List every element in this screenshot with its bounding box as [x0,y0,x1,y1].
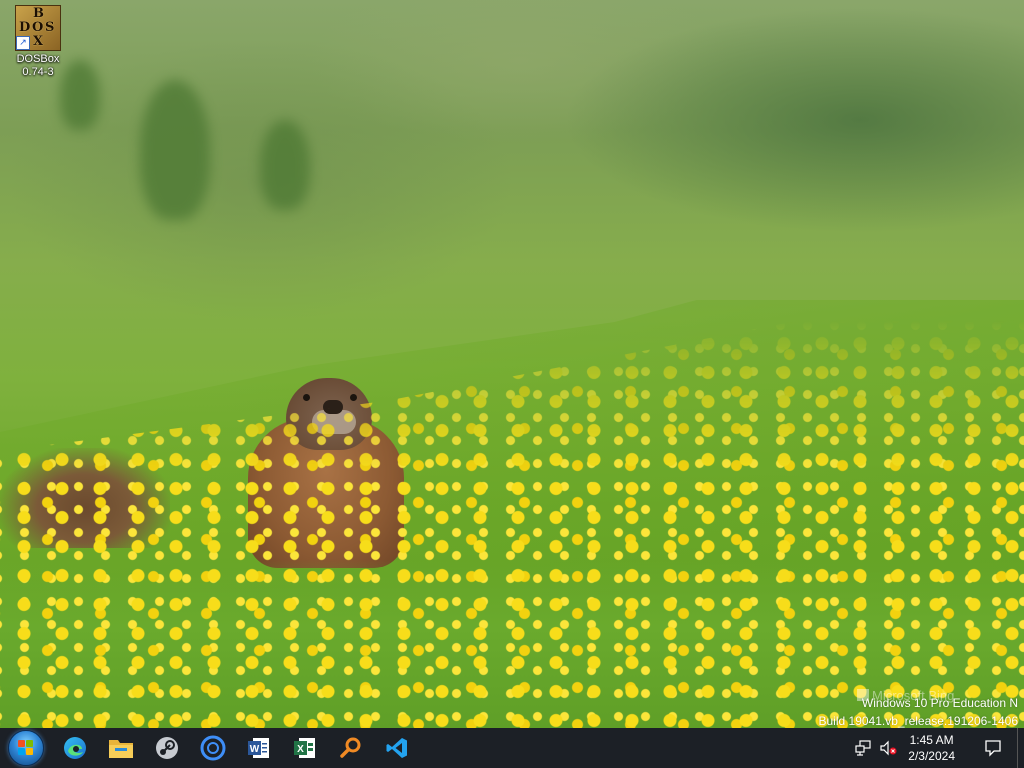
taskbar-edge[interactable] [52,728,98,768]
excel-icon: X [294,738,315,758]
windows-build-watermark: Windows 10 Pro Education N Build 19041.v… [819,694,1019,730]
tray-network[interactable] [852,728,876,768]
folder-icon [109,740,133,758]
taskbar-search-tool[interactable] [328,728,374,768]
svg-text:X: X [297,744,304,755]
dosbox-icon: B D O S X ↗ [15,5,61,51]
taskbar: W X 1:45 AM 2/3/2024 [0,728,1024,768]
action-center-button[interactable] [973,728,1013,768]
magnifier-icon [340,737,361,758]
chrome-icon [200,735,226,761]
notification-icon [985,740,1001,757]
clock-time: 1:45 AM [909,733,954,747]
wallpaper-marmot-eye [303,394,310,401]
vscode-icon [386,738,407,758]
tray-volume[interactable] [876,728,900,768]
taskbar-steam[interactable] [144,728,190,768]
clock-date: 2/3/2024 [908,749,955,763]
shortcut-arrow-icon: ↗ [16,36,30,50]
taskbar-chrome[interactable] [190,728,236,768]
edition-text: Windows 10 Pro Education N [861,696,1018,710]
start-button[interactable] [0,728,52,768]
edge-icon [64,737,86,759]
desktop-icon-dosbox[interactable]: B D O S X ↗ DOSBox 0.74-3 [8,5,68,79]
wallpaper-marmot-eye [350,394,357,401]
taskbar-excel[interactable]: X [282,728,328,768]
start-orb-icon [8,730,44,766]
show-desktop-button[interactable] [1017,728,1024,768]
wallpaper-tree [260,120,310,210]
taskbar-clock[interactable]: 1:45 AM 2/3/2024 [900,732,973,764]
system-tray: 1:45 AM 2/3/2024 [852,728,1024,768]
taskbar-file-explorer[interactable] [98,728,144,768]
desktop-icon-label: DOSBox 0.74-3 [16,53,60,78]
word-icon: W [248,738,269,758]
desktop-wallpaper: Microsoft Bing [0,0,1024,728]
volume-muted-icon [880,740,897,756]
svg-text:W: W [250,744,260,755]
wallpaper-tree [140,80,210,220]
network-icon [855,740,871,756]
steam-icon [156,737,178,759]
taskbar-word[interactable]: W [236,728,282,768]
taskbar-vscode[interactable] [374,728,420,768]
